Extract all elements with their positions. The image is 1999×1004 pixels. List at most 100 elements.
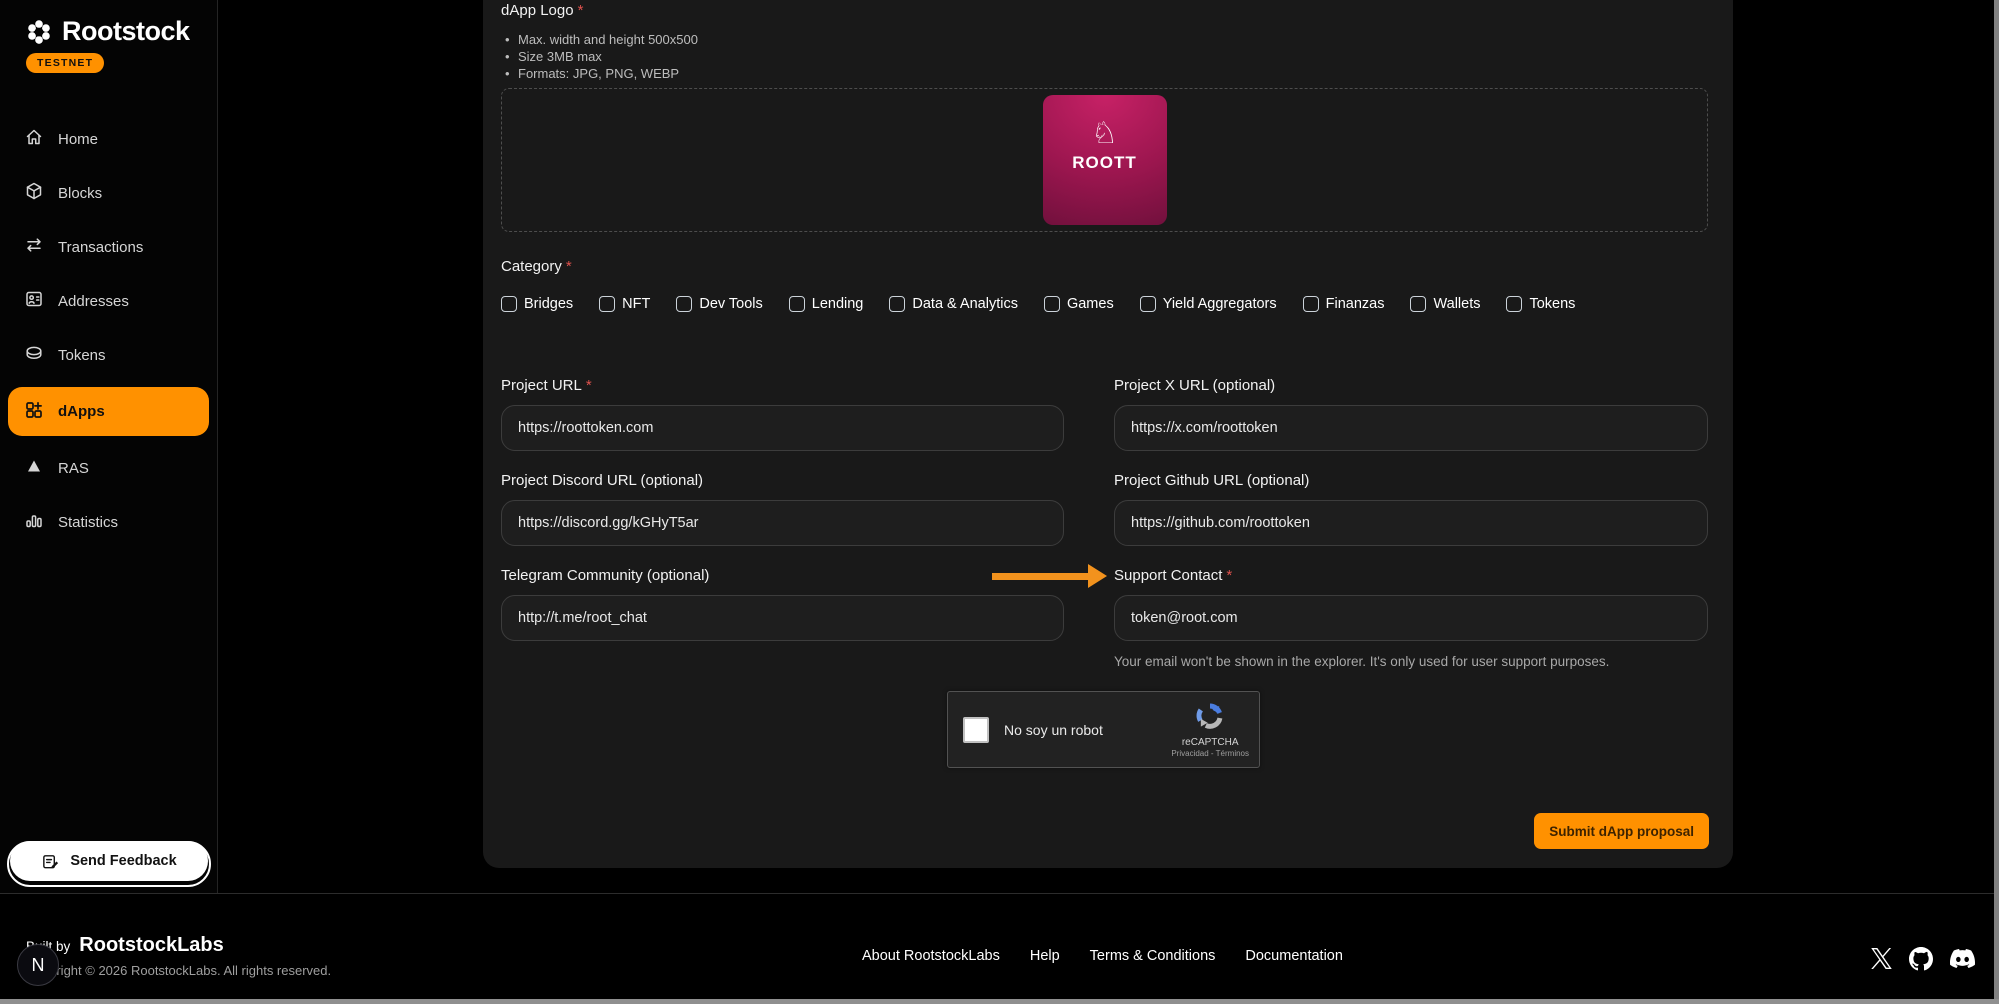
footer-link-help[interactable]: Help — [1030, 948, 1060, 964]
telegram-community-input[interactable] — [501, 595, 1064, 641]
recaptcha-label: No soy un robot — [1004, 722, 1103, 738]
sidebar-item-label: Tokens — [58, 347, 106, 364]
recaptcha-checkbox[interactable] — [963, 717, 989, 743]
logo-upload-dropzone[interactable]: ♘ ROOTT — [501, 88, 1708, 232]
sidebar-item-home[interactable]: Home — [8, 117, 209, 161]
swap-arrows-icon — [24, 235, 44, 259]
brand: Rootstock TESTNET — [0, 0, 217, 73]
category-checkbox-bridges[interactable]: Bridges — [501, 296, 573, 312]
project-url-input[interactable] — [501, 405, 1064, 451]
sidebar-item-tokens[interactable]: Tokens — [8, 333, 209, 377]
field-project-discord-url: Project Discord URL (optional) — [501, 472, 1064, 546]
field-support-contact: Support Contact* Your email won't be sho… — [1114, 567, 1708, 669]
checkbox[interactable] — [1410, 296, 1426, 312]
triangle-icon — [24, 456, 44, 480]
support-contact-input[interactable] — [1114, 595, 1708, 641]
sidebar-item-statistics[interactable]: Statistics — [8, 500, 209, 544]
n-floating-widget[interactable]: N — [17, 944, 59, 986]
sidebar-item-label: Home — [58, 131, 98, 148]
sidebar-item-ras[interactable]: RAS — [8, 446, 209, 490]
field-project-github-url: Project Github URL (optional) — [1114, 472, 1708, 546]
dapp-proposal-panel: dApp Logo* Max. width and height 500x500… — [483, 0, 1733, 868]
category-checkbox-dev-tools[interactable]: Dev Tools — [676, 296, 762, 312]
github-icon[interactable] — [1909, 947, 1933, 971]
sidebar-item-addresses[interactable]: Addresses — [8, 279, 209, 323]
required-asterisk: * — [1226, 567, 1232, 584]
category-checkbox-games[interactable]: Games — [1044, 296, 1114, 312]
discord-icon[interactable] — [1950, 946, 1975, 971]
sidebar-item-label: Blocks — [58, 185, 102, 202]
bar-chart-icon — [24, 510, 44, 534]
feedback-label: Send Feedback — [70, 853, 176, 869]
footer-brand-block: Built by RootstockLabs Copyright © 2026 … — [26, 934, 331, 978]
dapp-logo-section: dApp Logo* Max. width and height 500x500… — [501, 2, 698, 82]
logo-requirement-item: Max. width and height 500x500 — [501, 31, 698, 48]
rootstock-flower-icon — [24, 17, 54, 47]
footer-social — [1871, 946, 1975, 971]
category-checkbox-tokens[interactable]: Tokens — [1506, 296, 1575, 312]
vertical-scrollbar[interactable] — [1994, 0, 1999, 999]
category-checkbox-yield-aggregators[interactable]: Yield Aggregators — [1140, 296, 1277, 312]
sidebar-item-dapps[interactable]: dApps — [8, 387, 209, 436]
footer-brand-name: RootstockLabs — [79, 934, 223, 957]
recaptcha-brand: reCAPTCHA Privacidad - Términos — [1171, 701, 1249, 758]
dapp-logo-label: dApp Logo* — [501, 2, 698, 19]
category-options: Bridges NFT Dev Tools Lending Data & Ana… — [501, 296, 1575, 312]
knight-icon: ♘ — [1043, 119, 1167, 149]
checkbox[interactable] — [1506, 296, 1522, 312]
sidebar-item-label: Transactions — [58, 239, 143, 256]
sidebar-item-label: Statistics — [58, 514, 118, 531]
sidebar-nav: Home Blocks Transactions Addresses Token… — [0, 117, 217, 544]
category-checkbox-nft[interactable]: NFT — [599, 296, 650, 312]
checkbox[interactable] — [599, 296, 615, 312]
recaptcha-terms-links[interactable]: Privacidad - Términos — [1171, 749, 1249, 758]
category-checkbox-data-analytics[interactable]: Data & Analytics — [889, 296, 1018, 312]
x-icon[interactable] — [1871, 948, 1892, 969]
support-contact-helper: Your email won't be shown in the explore… — [1114, 654, 1708, 669]
url-fields-grid: Project URL* Project X URL (optional) Pr… — [501, 377, 1708, 690]
required-asterisk: * — [566, 258, 572, 275]
checkbox[interactable] — [789, 296, 805, 312]
recaptcha-widget: No soy un robot reCAPTCHA Privacidad - T… — [947, 691, 1260, 768]
contact-card-icon — [24, 289, 44, 313]
cube-icon — [24, 181, 44, 205]
logo-requirements: Max. width and height 500x500 Size 3MB m… — [501, 31, 698, 82]
logo-requirement-item: Size 3MB max — [501, 48, 698, 65]
footer-link-terms[interactable]: Terms & Conditions — [1090, 948, 1216, 964]
project-x-url-input[interactable] — [1114, 405, 1708, 451]
checkbox[interactable] — [889, 296, 905, 312]
submit-dapp-proposal-button[interactable]: Submit dApp proposal — [1534, 813, 1709, 849]
project-github-url-input[interactable] — [1114, 500, 1708, 546]
category-checkbox-finanzas[interactable]: Finanzas — [1303, 296, 1385, 312]
footer-link-documentation[interactable]: Documentation — [1245, 948, 1343, 964]
horizontal-scrollbar[interactable] — [0, 999, 1999, 1004]
brand-name: Rootstock — [62, 16, 190, 47]
footer-link-about[interactable]: About RootstockLabs — [862, 948, 1000, 964]
required-asterisk: * — [586, 377, 592, 394]
field-project-x-url: Project X URL (optional) — [1114, 377, 1708, 451]
pencil-note-icon — [41, 852, 60, 871]
category-checkbox-lending[interactable]: Lending — [789, 296, 864, 312]
sidebar-item-transactions[interactable]: Transactions — [8, 225, 209, 269]
category-label: Category* — [501, 258, 572, 275]
logo-preview-name: ROOTT — [1043, 153, 1167, 173]
checkbox[interactable] — [676, 296, 692, 312]
annotation-arrow — [992, 573, 1088, 580]
page: Rootstock TESTNET Home Blocks Transactio… — [0, 0, 1999, 1004]
testnet-badge: TESTNET — [26, 53, 104, 73]
checkbox[interactable] — [1044, 296, 1060, 312]
home-icon — [24, 127, 44, 151]
project-discord-url-input[interactable] — [501, 500, 1064, 546]
checkbox[interactable] — [501, 296, 517, 312]
recaptcha-logo-icon — [1195, 701, 1225, 731]
logo-requirement-item: Formats: JPG, PNG, WEBP — [501, 65, 698, 82]
footer: Built by RootstockLabs Copyright © 2026 … — [0, 893, 1999, 999]
sidebar-item-label: dApps — [58, 403, 105, 420]
checkbox[interactable] — [1140, 296, 1156, 312]
required-asterisk: * — [578, 2, 584, 19]
checkbox[interactable] — [1303, 296, 1319, 312]
category-checkbox-wallets[interactable]: Wallets — [1410, 296, 1480, 312]
sidebar-item-blocks[interactable]: Blocks — [8, 171, 209, 215]
send-feedback-button[interactable]: Send Feedback — [10, 841, 208, 881]
footer-links: About RootstockLabs Help Terms & Conditi… — [862, 948, 1343, 964]
